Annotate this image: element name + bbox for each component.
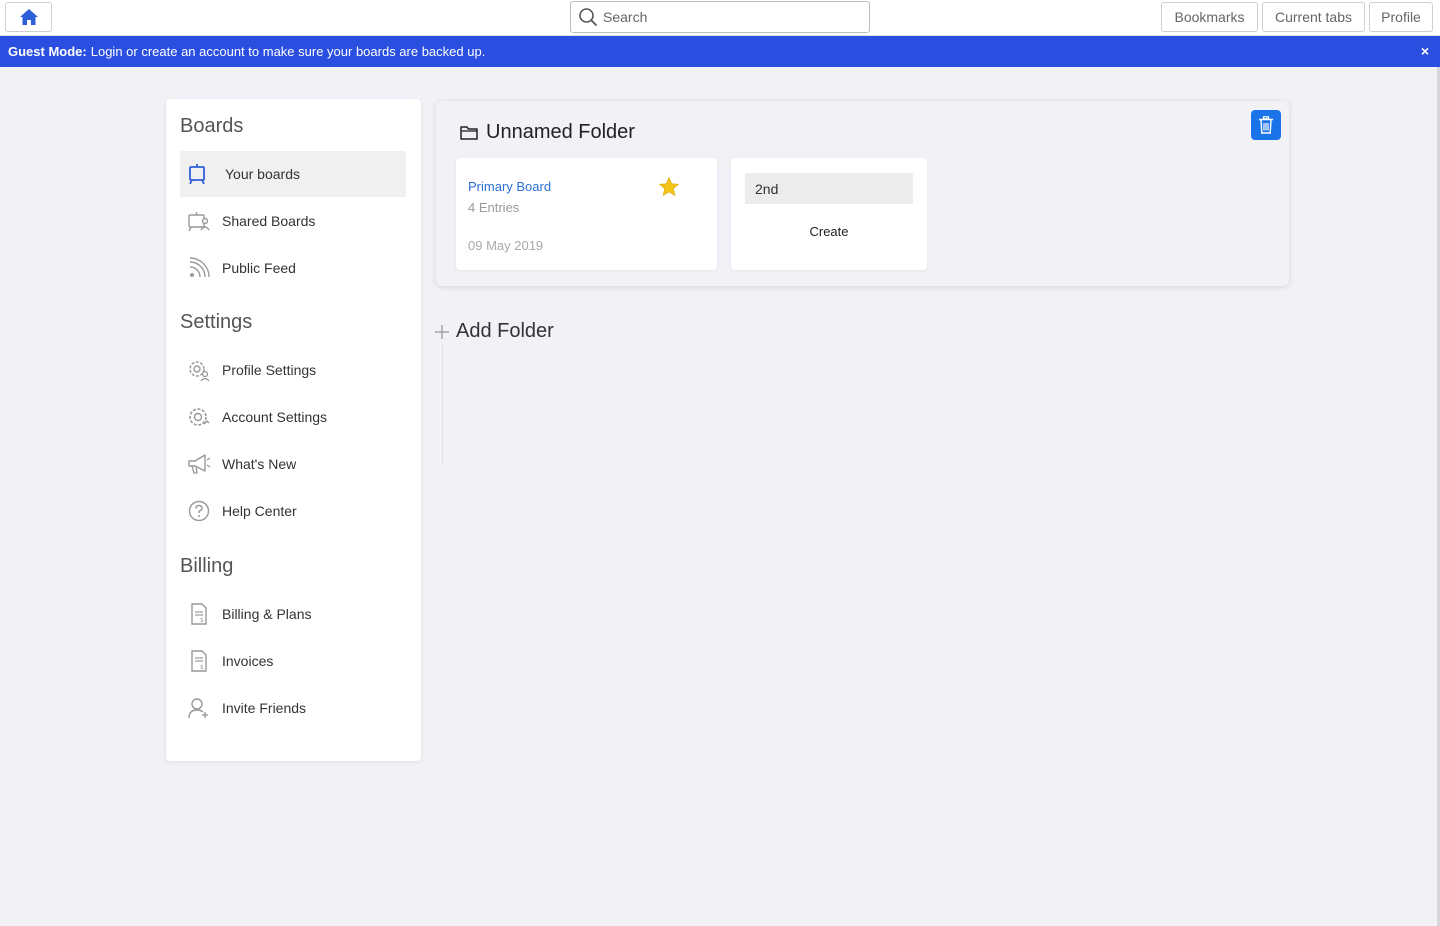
sidebar-item-label: Shared Boards (222, 213, 316, 229)
star-icon[interactable] (657, 175, 681, 199)
search-icon (573, 2, 603, 32)
gear-icon (186, 404, 212, 430)
megaphone-icon (186, 451, 212, 477)
current-tabs-button[interactable]: Current tabs (1262, 2, 1365, 32)
svg-text:$: $ (200, 664, 204, 671)
sidebar-item-invoices[interactable]: $ Invoices (180, 638, 406, 684)
board-date: 09 May 2019 (468, 238, 544, 253)
sidebar-item-billing-plans[interactable]: $ Billing & Plans (180, 591, 406, 637)
sidebar-item-label: Billing & Plans (222, 606, 312, 622)
board-entries-count: 4 Entries (468, 200, 520, 215)
folder-icon (460, 125, 478, 140)
bookmarks-button[interactable]: Bookmarks (1161, 2, 1258, 32)
boards-heading: Boards (180, 115, 244, 137)
sidebar-item-invite-friends[interactable]: Invite Friends (180, 685, 406, 731)
billing-heading: Billing (180, 555, 234, 577)
sidebar-item-whats-new[interactable]: What's New (180, 441, 406, 487)
home-icon (19, 9, 38, 25)
sidebar-item-label: What's New (222, 456, 297, 472)
settings-heading: Settings (180, 311, 253, 333)
divider (442, 344, 443, 464)
close-banner-button[interactable]: × (1418, 43, 1432, 59)
delete-folder-button[interactable] (1251, 110, 1281, 140)
top-bar: Bookmarks Current tabs Profile (0, 0, 1440, 36)
profile-gear-icon (186, 357, 212, 383)
guest-mode-banner: Guest Mode: Login or create an account t… (0, 36, 1440, 67)
sidebar: Boards Your boards Shared Boards Public … (166, 99, 421, 761)
folder-title-text: Unnamed Folder (486, 121, 635, 143)
rss-icon (186, 255, 212, 281)
svg-text:$: $ (200, 617, 204, 624)
sidebar-item-label: Invoices (222, 653, 274, 669)
sidebar-item-label: Profile Settings (222, 362, 317, 378)
invoice-icon: $ (186, 648, 212, 674)
folder-panel: Unnamed Folder Primary Board 4 Entries 0… (436, 101, 1289, 286)
help-icon (186, 498, 212, 524)
plus-icon (434, 324, 450, 340)
sidebar-item-label: Public Feed (222, 260, 296, 276)
sidebar-item-help-center[interactable]: Help Center (180, 488, 406, 534)
sidebar-item-account-settings[interactable]: Account Settings (180, 394, 406, 440)
add-folder-button[interactable]: Add Folder (434, 320, 554, 343)
folder-title[interactable]: Unnamed Folder (460, 121, 635, 144)
sidebar-item-label: Your boards (225, 166, 300, 182)
add-folder-label: Add Folder (456, 320, 554, 342)
new-board-name-input[interactable] (745, 173, 913, 204)
create-board-button[interactable]: Create (745, 220, 913, 242)
sidebar-item-profile-settings[interactable]: Profile Settings (180, 347, 406, 393)
guest-mode-message: Login or create an account to make sure … (90, 44, 486, 59)
guest-mode-label: Guest Mode: (8, 44, 87, 59)
sidebar-item-your-boards[interactable]: Your boards (180, 151, 406, 197)
new-board-card: Create (731, 158, 927, 270)
sidebar-item-shared-boards[interactable]: Shared Boards (180, 198, 406, 244)
board-name-link[interactable]: Primary Board (468, 179, 551, 194)
billing-icon: $ (186, 601, 212, 627)
sidebar-item-label: Help Center (222, 503, 297, 519)
sidebar-item-label: Invite Friends (222, 700, 307, 716)
home-button[interactable] (5, 2, 52, 32)
sidebar-item-public-feed[interactable]: Public Feed (180, 245, 406, 291)
trash-icon (1259, 116, 1273, 134)
board-icon (184, 161, 210, 187)
search-input[interactable] (603, 9, 863, 25)
search-box[interactable] (570, 1, 870, 33)
shared-board-icon (186, 208, 212, 234)
add-user-icon (186, 695, 212, 721)
board-card[interactable]: Primary Board 4 Entries 09 May 2019 (456, 158, 717, 270)
sidebar-item-label: Account Settings (222, 409, 328, 425)
profile-button[interactable]: Profile (1369, 2, 1433, 32)
